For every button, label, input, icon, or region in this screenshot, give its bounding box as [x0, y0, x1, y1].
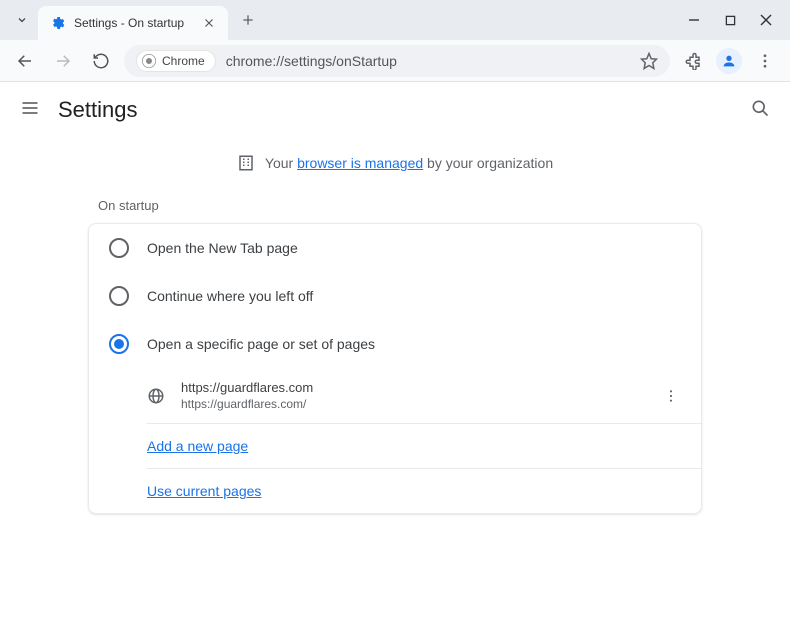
startup-page-entry: https://guardflares.com https://guardfla…: [89, 368, 701, 423]
window-controls: [688, 14, 782, 26]
address-bar[interactable]: Chrome chrome://settings/onStartup: [124, 45, 670, 77]
url-text: chrome://settings/onStartup: [226, 53, 630, 69]
new-tab-button[interactable]: [234, 6, 262, 34]
option-specific-pages[interactable]: Open a specific page or set of pages: [89, 320, 701, 368]
chrome-icon: [141, 53, 157, 69]
option-new-tab[interactable]: Open the New Tab page: [89, 224, 701, 272]
minimize-button[interactable]: [688, 14, 700, 26]
close-tab-icon[interactable]: [202, 16, 216, 30]
section-title: On startup: [98, 198, 692, 213]
managed-banner: Your browser is managed by your organiza…: [88, 138, 702, 184]
building-icon: [237, 154, 255, 172]
search-button[interactable]: [750, 98, 770, 123]
close-window-button[interactable]: [760, 14, 772, 26]
browser-toolbar: Chrome chrome://settings/onStartup: [0, 40, 790, 82]
tab-title: Settings - On startup: [74, 16, 194, 30]
extensions-button[interactable]: [678, 46, 708, 76]
startup-card: Open the New Tab page Continue where you…: [88, 223, 702, 514]
radio-checked[interactable]: [109, 334, 129, 354]
page-entry-title: https://guardflares.com: [181, 380, 645, 395]
globe-icon: [147, 387, 165, 405]
radio-unchecked[interactable]: [109, 286, 129, 306]
tab-chevron-down-icon[interactable]: [8, 6, 36, 34]
gear-icon: [50, 15, 66, 31]
forward-button[interactable]: [48, 46, 78, 76]
page-entry-menu[interactable]: [661, 388, 681, 404]
add-page-link[interactable]: Add a new page: [147, 438, 248, 454]
settings-content: Your browser is managed by your organiza…: [0, 138, 790, 534]
profile-avatar[interactable]: [716, 48, 742, 74]
menu-dots-icon[interactable]: [750, 46, 780, 76]
active-tab[interactable]: Settings - On startup: [38, 6, 228, 40]
settings-header: Settings: [0, 82, 790, 138]
hamburger-menu-icon[interactable]: [20, 98, 40, 123]
page-title: Settings: [58, 97, 138, 123]
browser-titlebar: Settings - On startup: [0, 0, 790, 40]
option-continue[interactable]: Continue where you left off: [89, 272, 701, 320]
managed-link[interactable]: browser is managed: [297, 155, 423, 171]
reload-button[interactable]: [86, 46, 116, 76]
page-entry-url: https://guardflares.com/: [181, 397, 645, 411]
use-current-link[interactable]: Use current pages: [147, 483, 261, 499]
maximize-button[interactable]: [724, 14, 736, 26]
back-button[interactable]: [10, 46, 40, 76]
radio-unchecked[interactable]: [109, 238, 129, 258]
site-chip[interactable]: Chrome: [136, 50, 216, 72]
bookmark-star-icon[interactable]: [640, 52, 658, 70]
